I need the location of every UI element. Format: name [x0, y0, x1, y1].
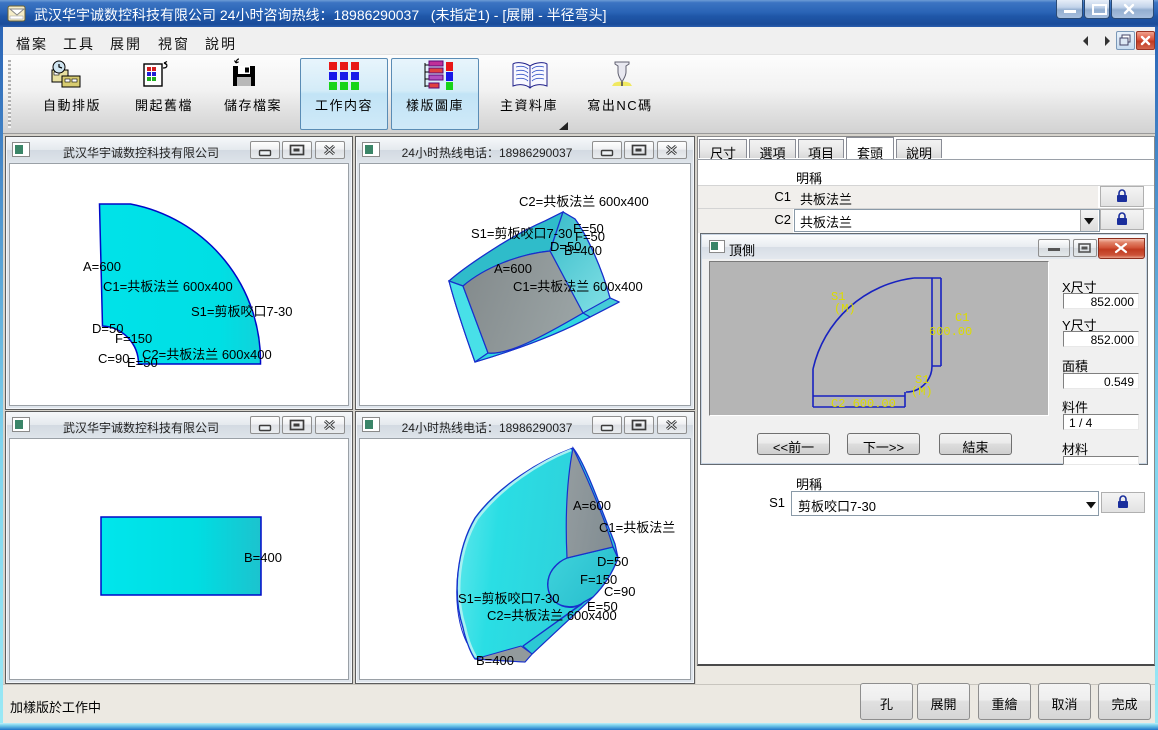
svg-text:(M): (M): [834, 302, 856, 316]
svg-text:(M): (M): [911, 385, 933, 399]
svg-text:C2 600.00: C2 600.00: [831, 397, 896, 411]
svg-text:600.00: 600.00: [929, 325, 972, 339]
svg-text:C1: C1: [955, 311, 969, 325]
